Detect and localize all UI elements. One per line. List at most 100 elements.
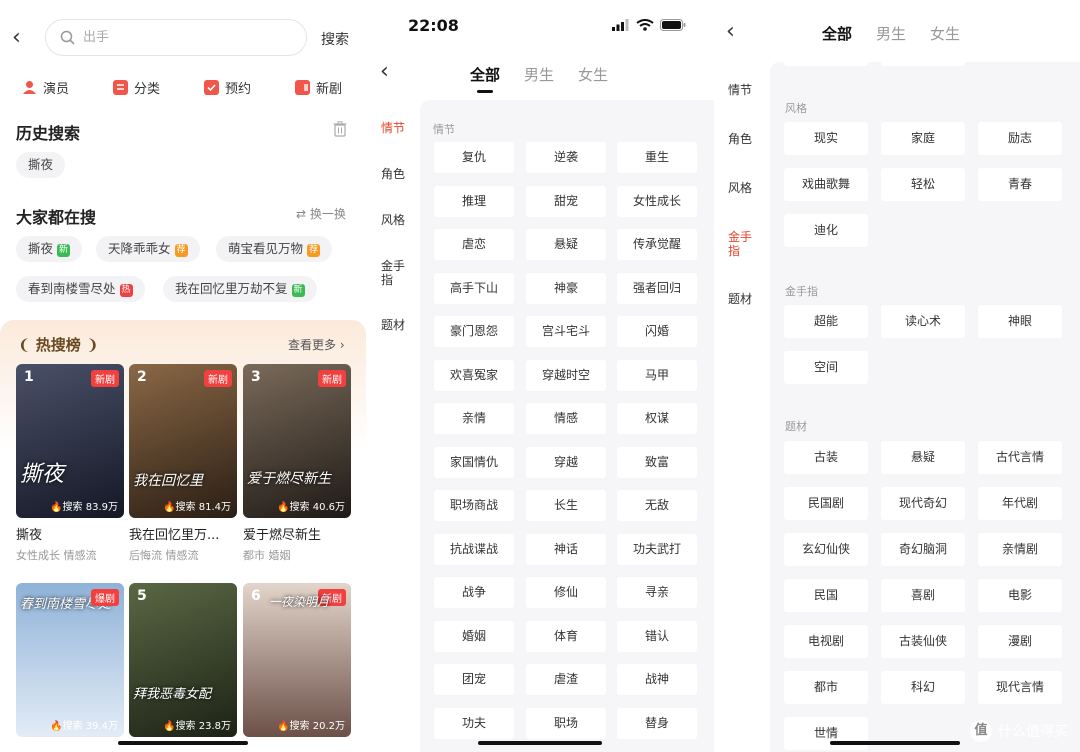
category-tag[interactable]: 民国 bbox=[784, 579, 868, 612]
tab-all[interactable]: 全部 bbox=[822, 23, 852, 52]
tab-female[interactable]: 女生 bbox=[930, 23, 960, 44]
plot-tag[interactable]: 虐渣 bbox=[526, 664, 606, 695]
plot-tag[interactable]: 女性成长 bbox=[617, 185, 697, 217]
tab-male[interactable]: 男生 bbox=[524, 64, 554, 85]
plot-tag[interactable]: 马甲 bbox=[617, 359, 697, 391]
plot-tag[interactable]: 推理 bbox=[434, 185, 514, 217]
trending-chip[interactable]: 撕夜新 bbox=[16, 236, 83, 262]
plot-tag[interactable]: 长生 bbox=[526, 490, 606, 521]
drama-card[interactable]: 2 新剧 我在回忆里 🔥搜索 81.4万 我在回忆里万... 后悔流 情感流 bbox=[129, 364, 237, 563]
category-tag[interactable]: 轻松 bbox=[881, 168, 965, 201]
quick-link-new[interactable]: 新剧 bbox=[295, 78, 342, 97]
plot-tag[interactable]: 战争 bbox=[434, 577, 514, 608]
trending-chip[interactable]: 春到南楼雪尽处热 bbox=[16, 276, 145, 302]
plot-tag[interactable]: 职场商战 bbox=[434, 490, 514, 521]
plot-tag[interactable]: 悬疑 bbox=[526, 229, 606, 260]
category-tag[interactable]: 电影 bbox=[978, 579, 1062, 612]
plot-tag[interactable]: 传承觉醒 bbox=[617, 229, 697, 260]
quick-link-reserve[interactable]: 预约 bbox=[204, 78, 251, 97]
plot-tag[interactable]: 职场 bbox=[526, 707, 606, 739]
plot-tag[interactable]: 替身 bbox=[617, 707, 697, 739]
category-tag[interactable]: 青春 bbox=[978, 168, 1062, 201]
plot-tag[interactable]: 穿越 bbox=[526, 446, 606, 478]
plot-tag[interactable]: 体育 bbox=[526, 620, 606, 652]
back-icon[interactable]: ‹ bbox=[380, 61, 389, 83]
sidebar-item-theme[interactable]: 题材 bbox=[381, 318, 405, 332]
tab-all[interactable]: 全部 bbox=[470, 64, 500, 93]
plot-tag[interactable]: 闪婚 bbox=[617, 316, 697, 347]
category-tag[interactable]: 现代奇幻 bbox=[881, 487, 965, 520]
plot-tag[interactable]: 致富 bbox=[617, 446, 697, 478]
sidebar-item-plot[interactable]: 情节 bbox=[728, 83, 752, 97]
category-tag[interactable]: 喜剧 bbox=[881, 579, 965, 612]
search-box[interactable] bbox=[45, 19, 307, 56]
category-tag[interactable]: 年代剧 bbox=[978, 487, 1062, 520]
plot-tag[interactable]: 甜宠 bbox=[526, 185, 606, 217]
category-tag[interactable]: 玄幻仙侠 bbox=[784, 533, 868, 566]
category-tag[interactable]: 励志 bbox=[978, 122, 1062, 155]
drama-card[interactable]: 1 新剧 撕夜 🔥搜索 83.9万 撕夜 女性成长 情感流 bbox=[16, 364, 124, 563]
back-icon[interactable]: ‹ bbox=[726, 21, 735, 43]
drama-card[interactable]: 5 拜我恶毒女配 🔥搜索 23.8万 bbox=[129, 583, 237, 737]
plot-tag[interactable]: 功夫武打 bbox=[617, 533, 697, 565]
plot-tag[interactable]: 欢喜冤家 bbox=[434, 359, 514, 391]
trash-icon[interactable] bbox=[333, 121, 347, 137]
quick-link-category[interactable]: 分类 bbox=[113, 78, 160, 97]
sidebar-item-cheat[interactable]: 金手指 bbox=[728, 230, 754, 258]
plot-tag[interactable]: 强者回归 bbox=[617, 272, 697, 304]
category-tag[interactable]: 民国剧 bbox=[784, 487, 868, 520]
trending-chip[interactable]: 萌宝看见万物荐 bbox=[216, 236, 333, 262]
category-tag[interactable]: 古代言情 bbox=[978, 441, 1062, 474]
plot-tag[interactable]: 无敌 bbox=[617, 490, 697, 521]
category-tag[interactable]: 漫剧 bbox=[978, 625, 1062, 658]
plot-tag[interactable]: 穿越时空 bbox=[526, 359, 606, 391]
tab-female[interactable]: 女生 bbox=[578, 64, 608, 85]
plot-tag[interactable]: 家国情仇 bbox=[434, 446, 514, 478]
sidebar-item-role[interactable]: 角色 bbox=[381, 167, 405, 181]
plot-tag[interactable]: 豪门恩怨 bbox=[434, 316, 514, 347]
refresh-button[interactable]: ⇄ 换一换 bbox=[296, 205, 346, 222]
plot-tag[interactable]: 重生 bbox=[617, 142, 697, 173]
plot-tag[interactable]: 抗战谍战 bbox=[434, 533, 514, 565]
sidebar-item-cheat[interactable]: 金手指 bbox=[381, 259, 407, 287]
plot-tag[interactable]: 寻亲 bbox=[617, 577, 697, 608]
category-tag[interactable]: 现代言情 bbox=[978, 671, 1062, 704]
category-tag[interactable]: 古装仙侠 bbox=[881, 625, 965, 658]
plot-tag[interactable]: 婚姻 bbox=[434, 620, 514, 652]
sidebar-item-role[interactable]: 角色 bbox=[728, 132, 752, 146]
category-tag[interactable]: 戏曲歌舞 bbox=[784, 168, 868, 201]
plot-tag[interactable]: 神话 bbox=[526, 533, 606, 565]
sidebar-item-plot[interactable]: 情节 bbox=[381, 121, 405, 135]
trending-chip[interactable]: 天降乖乖女荐 bbox=[96, 236, 200, 262]
plot-tag[interactable]: 情感 bbox=[526, 403, 606, 434]
category-tag[interactable]: 古装 bbox=[784, 441, 868, 474]
see-more-link[interactable]: 查看更多 › bbox=[288, 336, 345, 353]
category-tag[interactable]: 家庭 bbox=[881, 122, 965, 155]
sidebar-item-theme[interactable]: 题材 bbox=[728, 292, 752, 306]
sidebar-item-style[interactable]: 风格 bbox=[728, 181, 752, 195]
category-tag[interactable]: 悬疑 bbox=[881, 441, 965, 474]
category-tag[interactable]: 空间 bbox=[784, 351, 868, 384]
plot-tag[interactable]: 神豪 bbox=[526, 272, 606, 304]
plot-tag[interactable]: 高手下山 bbox=[434, 272, 514, 304]
search-button[interactable]: 搜索 bbox=[321, 29, 349, 49]
sidebar-item-style[interactable]: 风格 bbox=[381, 213, 405, 227]
drama-card[interactable]: 春到南楼雪尽处 爆剧 🔥搜索 39.4万 bbox=[16, 583, 124, 737]
plot-tag[interactable]: 功夫 bbox=[434, 707, 514, 739]
quick-link-actors[interactable]: 演员 bbox=[22, 78, 69, 97]
history-chip[interactable]: 撕夜 bbox=[16, 152, 66, 178]
search-input[interactable] bbox=[83, 30, 283, 45]
category-tag[interactable]: 亲情剧 bbox=[978, 533, 1062, 566]
category-tag[interactable]: 迪化 bbox=[784, 214, 868, 247]
back-icon[interactable]: ‹ bbox=[12, 27, 21, 49]
tab-male[interactable]: 男生 bbox=[876, 23, 906, 44]
plot-tag[interactable]: 虐恋 bbox=[434, 229, 514, 260]
plot-tag[interactable]: 战神 bbox=[617, 664, 697, 695]
trending-chip[interactable]: 我在回忆里万劫不复新 bbox=[163, 276, 317, 302]
plot-tag[interactable]: 修仙 bbox=[526, 577, 606, 608]
plot-tag[interactable]: 逆袭 bbox=[526, 142, 606, 173]
category-tag[interactable]: 超能 bbox=[784, 305, 868, 338]
category-tag[interactable]: 电视剧 bbox=[784, 625, 868, 658]
category-tag[interactable]: 读心术 bbox=[881, 305, 965, 338]
category-tag[interactable]: 世情 bbox=[784, 717, 868, 750]
